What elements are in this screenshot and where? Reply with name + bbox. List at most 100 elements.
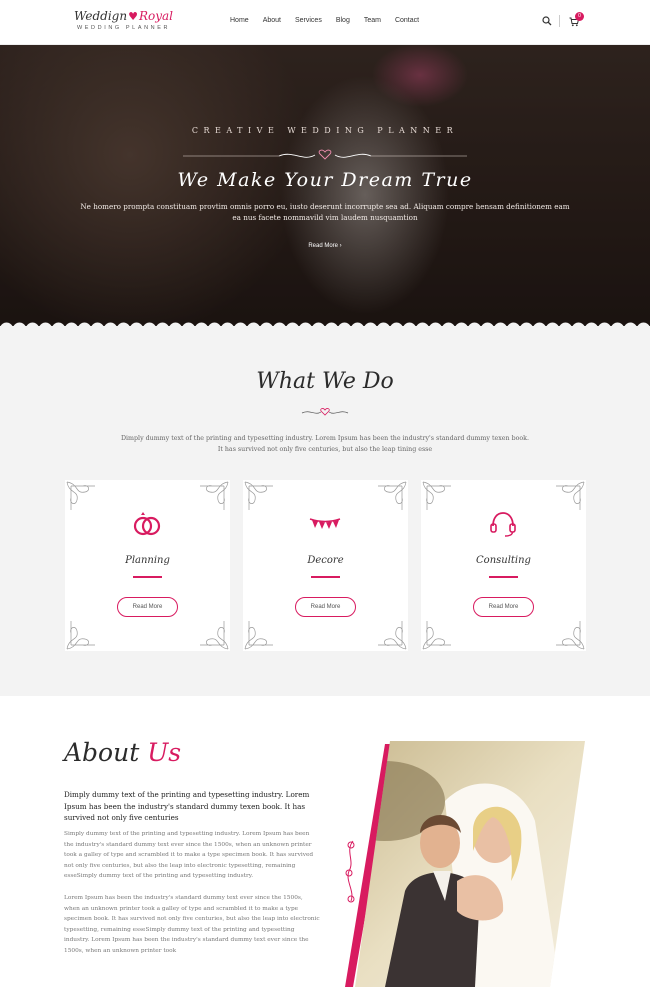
floral-corner-ornament <box>378 621 407 650</box>
heart-icon: ♥ <box>128 10 138 23</box>
floral-corner-ornament <box>244 481 273 510</box>
hero-banner: CREATIVE WEDDING PLANNER We Make Your Dr… <box>0 45 650 331</box>
lace-scallop <box>468 322 481 327</box>
floral-corner-ornament <box>556 621 585 650</box>
lace-scallop <box>520 322 533 327</box>
header-divider <box>559 15 560 27</box>
heart-divider-ornament <box>301 408 349 416</box>
lace-scallop <box>195 322 208 327</box>
lace-scallop <box>117 322 130 327</box>
nav-services[interactable]: Services <box>295 17 322 24</box>
floral-corner-ornament <box>556 481 585 510</box>
lace-scallop <box>364 322 377 327</box>
nav-contact[interactable]: Contact <box>395 17 419 24</box>
nav-home[interactable]: Home <box>230 17 249 24</box>
rings-icon <box>133 512 161 536</box>
lace-scallop <box>455 322 468 327</box>
lace-scallop <box>312 322 325 327</box>
hero-divider-ornament <box>183 149 467 160</box>
floral-corner-ornament <box>244 621 273 650</box>
nav-blog[interactable]: Blog <box>336 17 350 24</box>
lace-scallop <box>208 322 221 327</box>
accent-underline <box>311 576 340 578</box>
hero-kicker: CREATIVE WEDDING PLANNER <box>191 126 459 135</box>
headset-icon <box>490 512 516 537</box>
lace-scallop <box>585 322 598 327</box>
services-title: What We Do <box>256 369 394 394</box>
site-logo[interactable]: Weddign♥Royal WEDDING PLANNER <box>74 9 184 39</box>
planning-read-more-button[interactable]: Read More <box>117 597 178 617</box>
floral-corner-ornament <box>378 481 407 510</box>
bunting-icon <box>309 518 341 529</box>
search-icon[interactable] <box>542 16 552 26</box>
lace-scallop <box>169 322 182 327</box>
service-card-title: Consulting <box>476 555 531 566</box>
decore-read-more-button[interactable]: Read More <box>295 597 356 617</box>
about-lead-text: Dimply dummy text of the printing and ty… <box>64 790 310 822</box>
about-title: About Us <box>64 738 181 767</box>
about-title-word-a: About <box>64 738 140 767</box>
lace-scallop <box>286 322 299 327</box>
floral-corner-ornament <box>422 621 451 650</box>
service-card-planning: Planning Read More <box>65 480 230 651</box>
lace-scallop <box>65 322 78 327</box>
lace-scallop <box>325 322 338 327</box>
lace-scallop <box>91 322 104 327</box>
lace-scallop <box>104 322 117 327</box>
lace-scallop <box>26 322 39 327</box>
lace-scallop <box>182 322 195 327</box>
couple-photo <box>345 741 585 987</box>
lace-scallop <box>52 322 65 327</box>
lace-scallop <box>377 322 390 327</box>
floral-corner-ornament <box>422 481 451 510</box>
nav-about[interactable]: About <box>263 17 281 24</box>
lace-scallop <box>78 322 91 327</box>
consulting-read-more-button[interactable]: Read More <box>473 597 534 617</box>
floral-corner-ornament <box>66 481 95 510</box>
header-actions: 0 <box>540 12 590 29</box>
lace-scallop <box>572 322 585 327</box>
lace-scallop <box>624 322 637 327</box>
lace-scallop <box>403 322 416 327</box>
logo-word-a: Weddign <box>74 9 128 23</box>
about-section: About Us Dimply dummy text of the printi… <box>0 696 650 987</box>
lace-scallop <box>338 322 351 327</box>
lace-scallop <box>143 322 156 327</box>
lace-scallop <box>13 322 26 327</box>
lace-scallop <box>234 322 247 327</box>
logo-tagline: WEDDING PLANNER <box>77 25 171 31</box>
about-title-word-b: Us <box>147 738 182 767</box>
lace-scallop <box>637 322 650 327</box>
accent-underline <box>489 576 518 578</box>
service-card-title: Planning <box>125 555 170 566</box>
lace-scallop <box>546 322 559 327</box>
lace-scallop <box>299 322 312 327</box>
services-section: What We Do Dimply dummy text of the prin… <box>0 331 650 696</box>
lace-scallop <box>507 322 520 327</box>
lace-border <box>0 322 650 331</box>
hero-text: Ne homero prompta constituam provtim omn… <box>80 202 570 222</box>
about-paragraph-2: Lorem Ipsum has been the industry's stan… <box>64 895 320 954</box>
lace-scallop <box>260 322 273 327</box>
lace-scallop <box>0 322 13 327</box>
service-card-title: Decore <box>307 555 344 566</box>
lace-scallop <box>247 322 260 327</box>
lace-scallop <box>156 322 169 327</box>
lace-scallop <box>130 322 143 327</box>
lace-scallop <box>598 322 611 327</box>
service-card-decore: Decore Read More <box>243 480 408 651</box>
nav-team[interactable]: Team <box>364 17 381 24</box>
lace-scallop <box>442 322 455 327</box>
lace-scallop <box>221 322 234 327</box>
services-description: Dimply dummy text of the printing and ty… <box>120 435 530 453</box>
logo-wordmark: Weddign♥Royal <box>74 9 184 23</box>
lace-scallop <box>429 322 442 327</box>
lace-scallop <box>273 322 286 327</box>
service-card-consulting: Consulting Read More <box>421 480 586 651</box>
about-paragraph-1: Simply dummy text of the printing and ty… <box>64 831 314 879</box>
lace-scallop <box>390 322 403 327</box>
lace-scallop <box>559 322 572 327</box>
hero-read-more-button[interactable]: Read More › <box>300 240 350 252</box>
accent-underline <box>133 576 162 578</box>
site-header: Weddign♥Royal WEDDING PLANNER Home About… <box>0 0 650 45</box>
